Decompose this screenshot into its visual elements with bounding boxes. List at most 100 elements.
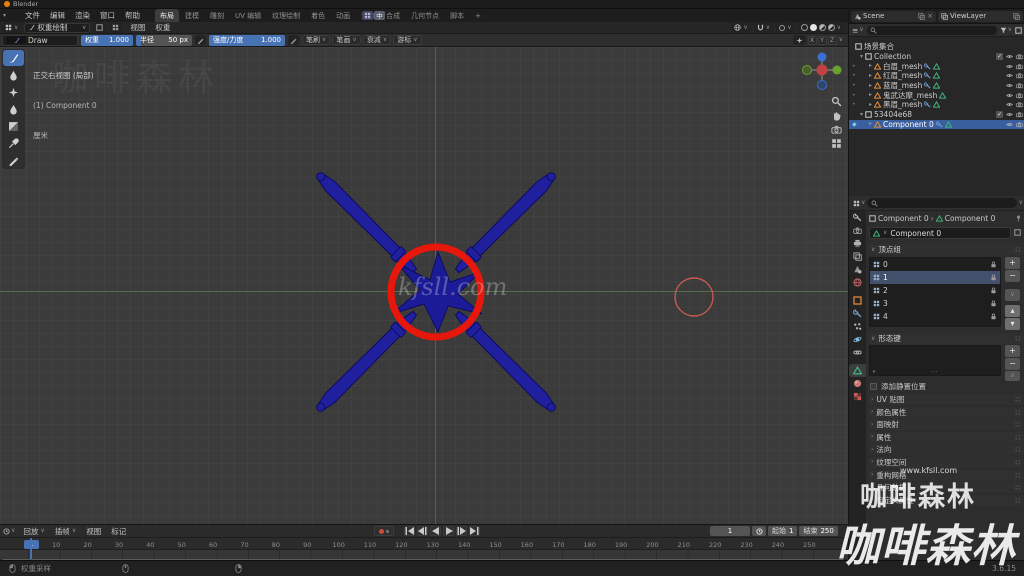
outliner-row[interactable]: • ▸ 红眉_mesh [849,71,1024,81]
panel-menu-icon[interactable]: ∷ [1015,408,1020,417]
collapsed-panel[interactable]: ›重构网格∷ [868,470,1023,481]
tool-average-button[interactable] [3,84,24,100]
unlink-icon[interactable]: × [927,12,933,20]
outliner-item-label[interactable]: Collection [874,52,911,61]
popover-0[interactable]: 笔刷∨ [302,35,330,45]
outliner-item-label[interactable]: 53404e68 [874,110,912,119]
hide-eye-icon[interactable] [1006,72,1013,79]
expand-icon[interactable]: ▸ [869,63,872,69]
breadcrumb-data[interactable]: Component 0 [945,214,996,223]
panel-menu-icon[interactable]: ∷ [1015,471,1020,480]
copy-icon[interactable] [1013,13,1020,20]
collapsed-panel[interactable]: ›面映射∷ [868,419,1023,430]
panel-menu-icon[interactable]: ∷ [1015,496,1020,505]
mirror-icon[interactable] [793,35,806,45]
keyboard-icon[interactable] [362,11,373,20]
timeline-ruler[interactable]: 1 10203040506070809010011012013014015016… [0,538,848,550]
properties-tab-texture[interactable] [849,390,866,403]
symmetry-axis-toggle[interactable]: Z [828,36,837,45]
tool-gradient-button[interactable] [3,118,24,134]
hide-eye-icon[interactable] [1006,53,1013,60]
paint-mask-vertex-toggle[interactable] [109,23,122,33]
workspace-tab[interactable]: 纹理绘制 [267,9,305,22]
preview-range-toggle[interactable] [752,526,766,536]
strength-pressure-toggle[interactable] [288,35,299,45]
previous-keyframe-button[interactable] [417,526,428,536]
workspace-tab[interactable]: 着色 [306,9,330,22]
properties-tab-constraints[interactable] [849,346,866,359]
workspace-tab[interactable]: 几何节点 [406,9,444,22]
disable-render-camera-icon[interactable] [1016,82,1023,89]
new-collection-icon[interactable] [1015,27,1022,34]
properties-search-input[interactable] [867,198,1016,208]
resize-grip[interactable]: ▸ [873,368,876,375]
timeline-menu-item[interactable]: 回放∨ [18,526,49,537]
material-shading-button[interactable] [819,24,826,31]
panel-menu-icon[interactable]: ∷ [1015,245,1020,254]
play-reverse-button[interactable] [430,526,441,536]
tool-sample-button[interactable] [3,135,24,151]
move-group-up-button[interactable]: ▴ [1005,305,1020,317]
lock-icon[interactable] [990,274,997,281]
viewport-menu-item[interactable]: 视图 [125,22,150,33]
symmetry-dropdown-icon[interactable]: ∨ [839,37,843,43]
disable-render-camera-icon[interactable] [1016,63,1023,70]
breadcrumb-object[interactable]: Component 0 [878,214,929,223]
panel-menu-icon[interactable]: ∷ [1015,395,1020,404]
lock-icon[interactable] [990,300,997,307]
hide-eye-icon[interactable] [1006,111,1013,118]
menu-item[interactable]: 编辑 [45,10,70,21]
vertex-group-specials-button[interactable]: ∨ [1005,289,1020,301]
filter-dropdown[interactable]: ∨ [1000,27,1012,34]
expand-icon[interactable]: ▸ [869,92,872,98]
gizmo-z-axis[interactable] [818,53,827,62]
timeline-menu-item[interactable]: 视图 [81,526,106,537]
collapsed-panel[interactable]: ›UV 贴图∷ [868,394,1023,405]
expand-icon[interactable]: ▸ [869,102,872,108]
hide-eye-icon[interactable] [1006,121,1013,128]
workspace-tab[interactable]: 布局 [155,9,179,22]
playhead[interactable] [30,538,32,559]
editor-type-button[interactable]: ∨ [3,528,15,535]
panel-menu-icon[interactable]: ∷ [1015,433,1020,442]
shape-key-specials-button[interactable]: ∨ [1005,371,1020,381]
orthographic-toggle-icon[interactable] [830,137,843,150]
display-mode-dropdown[interactable]: ≡∨ [852,26,864,35]
popover-1[interactable]: 笔画∨ [332,35,360,45]
app-menu-icon[interactable]: ▾ [3,13,6,19]
collection-checkbox[interactable]: ✓ [996,111,1003,118]
gizmo-neg-z-axis[interactable] [818,81,827,90]
properties-tab-physics[interactable] [849,333,866,346]
viewport-3d[interactable]: 咖啡森林 [0,47,848,524]
outliner-row[interactable]: • ▸ 黑眉_mesh [849,100,1024,110]
workspace-tab[interactable]: 建模 [180,9,204,22]
menu-item[interactable]: 渲染 [70,10,95,21]
hide-eye-icon[interactable] [1006,101,1013,108]
lock-icon[interactable] [990,261,997,268]
add-vertex-group-button[interactable]: + [1005,257,1020,269]
jump-to-start-button[interactable] [404,526,415,536]
hide-eye-icon[interactable] [1006,82,1013,89]
collapsed-panel[interactable]: ›自定义属性∷ [868,495,1023,506]
jump-to-end-button[interactable] [469,526,480,536]
timeline-menu-item[interactable]: 标记 [106,526,131,537]
scene-selector[interactable]: Scene × [851,11,936,22]
outliner-item-label[interactable]: 场景集合 [864,41,894,52]
camera-view-icon[interactable] [830,123,843,136]
outliner-row[interactable]: • ▸ 鬼武达摩_mesh [849,90,1024,100]
tool-draw-button[interactable] [3,50,24,66]
shape-keys-panel-header[interactable]: ∨形态键∷ [868,333,1023,344]
outliner-item-label[interactable]: Component 0 [883,120,934,129]
hide-eye-icon[interactable] [1006,92,1013,99]
expand-icon[interactable]: ▸ [869,83,872,89]
outliner-row[interactable]: ▾53404e68✓ [849,110,1024,120]
properties-tab-tool[interactable] [849,211,866,224]
zoom-view-icon[interactable] [830,95,843,108]
properties-tab-material[interactable] [849,377,866,390]
brush-selector[interactable]: Draw [2,35,78,46]
vertex-group-row[interactable]: 4 [870,310,1000,323]
outliner-row[interactable]: • ▸ 白眉_mesh [849,61,1024,71]
properties-options-icon[interactable]: ∨ [1019,200,1023,206]
weight-slider[interactable]: 权重1.000 [81,35,133,46]
popover-3[interactable]: 游标∨ [393,35,421,45]
